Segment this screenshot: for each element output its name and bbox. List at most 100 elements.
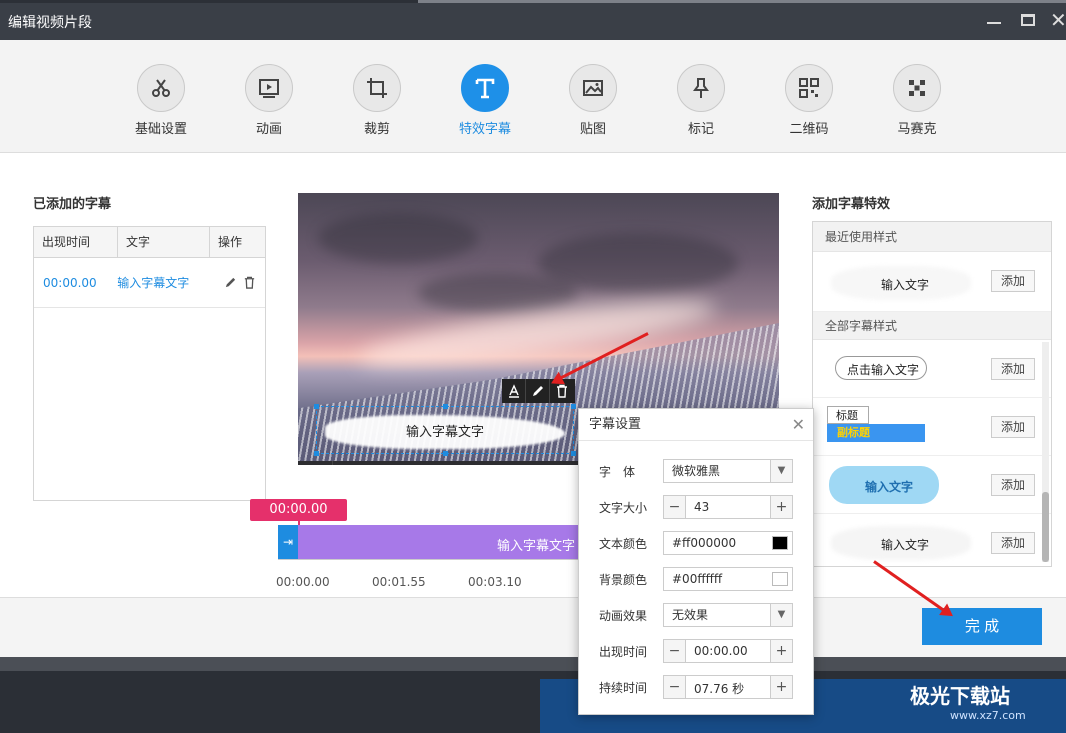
effect-preview-text: 输入文字 <box>881 538 930 552</box>
table-row[interactable]: 00:00.00 输入字幕文字 <box>34 258 265 308</box>
add-effect-button[interactable]: 添加 <box>991 474 1035 496</box>
add-effect-button[interactable]: 添加 <box>991 532 1035 554</box>
effect-item[interactable]: 点击输入文字 添加 <box>813 340 1051 398</box>
effect-item[interactable]: 输入文字 添加 <box>813 514 1051 566</box>
bg-color-row: 背景颜色 #00ffffff <box>579 567 815 591</box>
footer-bar <box>0 597 1066 657</box>
effect-item[interactable]: 输入文字 添加 <box>813 456 1051 514</box>
size-stepper[interactable]: −43 + <box>663 495 793 519</box>
table-header: 出现时间 文字 操作 <box>34 227 265 258</box>
pin-icon <box>677 64 725 112</box>
timeline-ruler <box>278 559 580 569</box>
close-icon[interactable]: ✕ <box>792 409 805 441</box>
minus-button[interactable]: − <box>664 640 686 662</box>
text-style-icon[interactable] <box>502 379 526 403</box>
watermark-url: www.xz7.com <box>950 709 1026 722</box>
site-watermark: 极光下载站 www.xz7.com <box>910 680 1026 722</box>
effect-item[interactable]: 标题 副标题 添加 <box>813 398 1051 456</box>
effect-preview-text: 点击输入文字 <box>847 363 920 377</box>
effect-preview-text: 标题 <box>827 406 869 424</box>
effect-preview-subtitle: 副标题 <box>827 424 925 442</box>
scissors-icon <box>137 64 185 112</box>
effects-scrollbar[interactable] <box>1042 342 1049 562</box>
clip-start-icon[interactable]: ⇥ <box>278 525 298 559</box>
font-label: 字 体 <box>599 465 636 479</box>
duration-row: 持续时间 −07.76 秒 + <box>579 675 815 699</box>
effect-preview-text: 输入文字 <box>865 480 914 494</box>
col-header: 操作 <box>218 235 243 249</box>
bg-color-label: 背景颜色 <box>599 573 648 587</box>
subtitle-clip-track[interactable]: ⇥ 输入字幕文字 <box>278 525 580 559</box>
pencil-icon[interactable] <box>526 379 550 403</box>
effect-item[interactable]: 输入文字 添加 <box>813 252 1051 312</box>
animation-select[interactable]: 无效果 ▼ <box>663 603 793 627</box>
size-row: 文字大小 −43 + <box>579 495 815 519</box>
dialog-title: 字幕设置 <box>589 417 642 432</box>
tool-crop[interactable]: 裁剪 <box>337 64 417 137</box>
effects-panel: 最近使用样式 输入文字 添加 全部字幕样式 点击输入文字 添加 标题 副标题 添… <box>812 221 1052 567</box>
row-text: 输入字幕文字 <box>117 276 190 290</box>
add-effect-button[interactable]: 添加 <box>991 416 1035 438</box>
animation-row: 动画效果 无效果 ▼ <box>579 603 815 627</box>
play-frame-icon <box>245 64 293 112</box>
tool-subtitle-effects[interactable]: 特效字幕 <box>445 64 525 137</box>
font-select[interactable]: 微软雅黑 ▼ <box>663 459 793 483</box>
plus-button[interactable]: + <box>770 496 792 518</box>
tool-qrcode[interactable]: 二维码 <box>769 64 849 137</box>
qrcode-icon <box>785 64 833 112</box>
pencil-icon[interactable] <box>224 276 237 289</box>
row-actions <box>208 276 265 289</box>
col-header: 文字 <box>118 227 210 257</box>
col-header: 出现时间 <box>34 227 118 257</box>
mosaic-icon <box>893 64 941 112</box>
subtitle-overlay-text: 输入字幕文字 <box>405 424 484 440</box>
tool-sticker[interactable]: 贴图 <box>553 64 633 137</box>
appear-time-row: 出现时间 −00:00.00 + <box>579 639 815 663</box>
trash-icon[interactable] <box>243 276 256 289</box>
minimize-icon <box>987 22 1001 24</box>
window-title: 编辑视频片段 <box>8 15 92 31</box>
close-button[interactable]: ✕ <box>1050 10 1066 30</box>
chevron-down-icon: ▼ <box>770 604 792 626</box>
tick-label: 00:01.55 <box>372 575 426 589</box>
text-color-field[interactable]: #ff000000 <box>663 531 793 555</box>
clip-text: 输入字幕文字 <box>497 539 576 554</box>
minus-button[interactable]: − <box>664 496 686 518</box>
text-color-label: 文本颜色 <box>599 537 648 551</box>
subtitle-overlay[interactable]: 输入字幕文字 <box>314 404 576 456</box>
minus-button[interactable]: − <box>664 676 686 698</box>
appear-time-stepper[interactable]: −00:00.00 + <box>663 639 793 663</box>
image-icon <box>569 64 617 112</box>
added-subtitles-title: 已添加的字幕 <box>33 197 112 212</box>
tool-marker[interactable]: 标记 <box>661 64 741 137</box>
tool-basic-settings[interactable]: 基础设置 <box>121 64 201 137</box>
effect-preview-text: 输入文字 <box>881 278 930 292</box>
tool-label: 二维码 <box>789 122 829 137</box>
color-swatch[interactable] <box>772 536 788 550</box>
background-app <box>0 657 1066 733</box>
dialog-header: 字幕设置 ✕ <box>579 409 813 441</box>
text-t-icon <box>461 64 509 112</box>
color-swatch[interactable] <box>772 572 788 586</box>
add-effect-button[interactable]: 添加 <box>991 270 1035 292</box>
maximize-button[interactable] <box>1018 10 1038 30</box>
tool-label: 基础设置 <box>134 122 187 137</box>
editor-area: 已添加的字幕 出现时间 文字 操作 00:00.00 输入字幕文字 输入字幕文字… <box>0 153 1066 597</box>
minimize-button[interactable] <box>984 10 1004 30</box>
tool-label: 马赛克 <box>897 122 937 137</box>
timeline-cursor-time[interactable]: 00:00.00 <box>250 499 347 521</box>
scrollbar-thumb[interactable] <box>1042 492 1049 562</box>
title-bar: 编辑视频片段 ✕ <box>0 0 1066 40</box>
duration-stepper[interactable]: −07.76 秒 + <box>663 675 793 699</box>
plus-button[interactable]: + <box>770 676 792 698</box>
plus-button[interactable]: + <box>770 640 792 662</box>
tool-animation[interactable]: 动画 <box>229 64 309 137</box>
tool-label: 裁剪 <box>363 122 390 137</box>
add-effect-button[interactable]: 添加 <box>991 358 1035 380</box>
tick-label: 00:00.00 <box>276 575 330 589</box>
bg-color-field[interactable]: #00ffffff <box>663 567 793 591</box>
tool-label: 动画 <box>255 122 282 137</box>
tool-mosaic[interactable]: 马赛克 <box>877 64 957 137</box>
duration-label: 持续时间 <box>599 681 648 695</box>
add-effects-title: 添加字幕特效 <box>812 197 891 212</box>
